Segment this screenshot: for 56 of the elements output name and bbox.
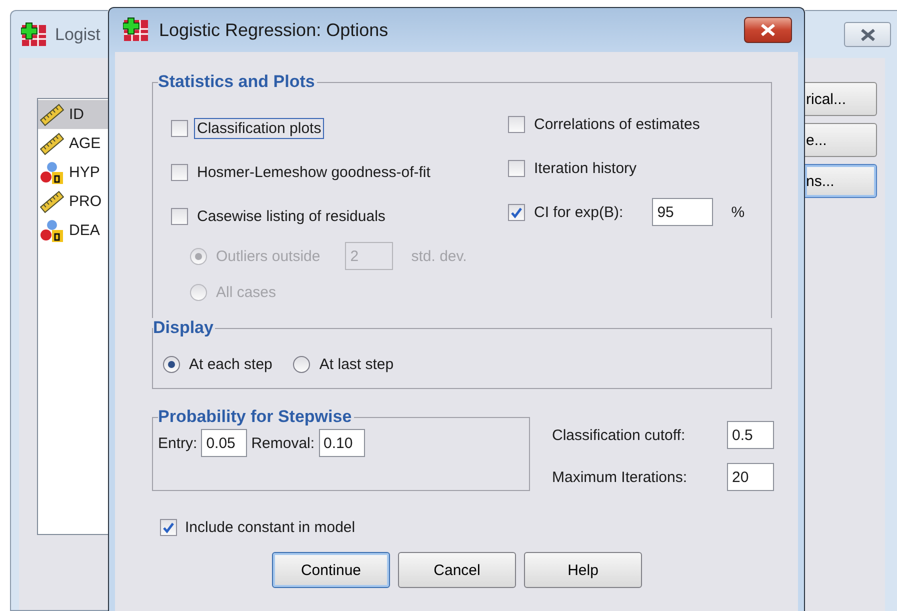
checkbox[interactable] (171, 164, 188, 180)
option-label: Outliers outside (215, 246, 322, 266)
close-icon (860, 28, 876, 40)
nominal-icon (40, 160, 64, 184)
option-label: Iteration history (533, 158, 638, 178)
close-button[interactable] (844, 22, 891, 47)
field-label: Entry: (158, 434, 198, 452)
radio-button[interactable] (163, 356, 180, 372)
variable-item[interactable]: HYP (38, 158, 108, 187)
checkbox[interactable] (508, 204, 525, 220)
dialog-button[interactable]: rical... (805, 82, 877, 116)
field-label: Maximum Iterations: (552, 468, 688, 486)
group-title: Statistics and Plots (158, 72, 316, 92)
variable-item[interactable]: DEA (38, 216, 108, 245)
close-button[interactable] (744, 17, 792, 43)
confidence-field[interactable]: 95 (652, 198, 714, 226)
dialog-title: Logistic Regression: Options (159, 20, 390, 40)
field-label: Removal: (251, 434, 315, 452)
checkbox[interactable] (171, 120, 188, 136)
dialog-button[interactable]: ns... (805, 164, 877, 198)
option-label: Correlations of estimates (533, 114, 701, 134)
radio-button[interactable] (293, 356, 310, 372)
field-label: Classification cutoff: (552, 426, 686, 444)
number-field[interactable]: 0.5 (727, 421, 774, 449)
close-icon (760, 24, 776, 36)
option-label: All cases (215, 282, 278, 302)
group-title: Display (153, 318, 214, 338)
checkbox[interactable] (508, 116, 525, 132)
probability-field[interactable]: 0.05 (201, 429, 248, 457)
checkbox[interactable] (508, 160, 525, 176)
dialog-button[interactable]: Cancel (398, 552, 516, 588)
dialog-button[interactable]: Help (524, 552, 642, 588)
option-label: CI for exp(B): (533, 202, 624, 222)
option-label: At last step (318, 354, 395, 374)
variable-item[interactable]: ID (38, 100, 108, 129)
group-title: Probability for Stepwise (158, 407, 353, 427)
option-label: Casewise listing of residuals (196, 206, 386, 226)
checkbox[interactable] (171, 208, 188, 224)
checkbox[interactable] (160, 519, 177, 536)
unit-label: % (731, 204, 745, 220)
nominal-icon (40, 218, 64, 242)
option-label: Hosmer-Lemeshow goodness-of-fit (196, 162, 432, 182)
unit-label: std. dev. (411, 248, 467, 264)
probability-field[interactable]: 0.10 (318, 429, 365, 457)
option-label: Include constant in model (184, 518, 356, 538)
number-field[interactable]: 20 (727, 463, 774, 491)
dialog-button[interactable]: Continue (272, 552, 390, 588)
variable-item[interactable]: PRO (38, 187, 108, 216)
app-icon (123, 17, 149, 43)
app-icon (21, 22, 47, 48)
option-label: At each step (188, 354, 274, 374)
window-title: Logist (55, 24, 100, 44)
ruler-icon (40, 102, 64, 126)
option-label: Classification plots (194, 118, 324, 138)
variable-item[interactable]: AGE (38, 129, 108, 158)
dialog-button[interactable]: e... (805, 123, 877, 157)
